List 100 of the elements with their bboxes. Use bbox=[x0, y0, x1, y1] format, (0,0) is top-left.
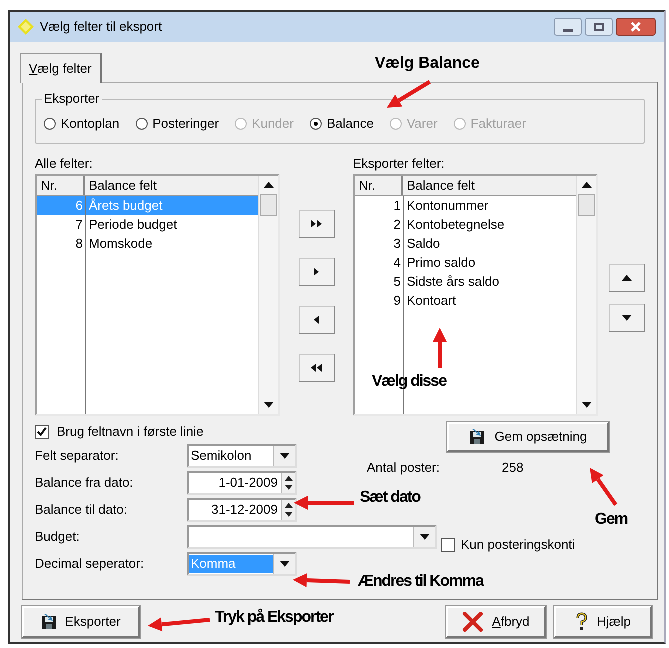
maximize-button[interactable] bbox=[585, 18, 613, 36]
help-icon bbox=[575, 612, 590, 632]
radio-option[interactable]: Posteringer bbox=[136, 114, 220, 134]
help-button[interactable]: Hjælp bbox=[554, 606, 652, 638]
radio-button[interactable] bbox=[310, 118, 322, 130]
up-icon bbox=[621, 273, 633, 283]
scrollbar-thumb[interactable] bbox=[578, 194, 595, 216]
scrollbar[interactable] bbox=[258, 176, 278, 414]
close-icon bbox=[630, 22, 642, 32]
annotation-text: Vælg Balance bbox=[375, 54, 480, 74]
field-name: Kontonummer bbox=[406, 197, 489, 215]
scroll-up-icon bbox=[262, 180, 274, 190]
radio-option[interactable]: Kontoplan bbox=[44, 114, 120, 134]
date-value: 31-12-2009 bbox=[210, 500, 279, 519]
row-number: 7 bbox=[74, 216, 84, 234]
dropdown-value: Semikolon bbox=[190, 446, 253, 464]
row-number: 6 bbox=[74, 197, 84, 215]
close-icon bbox=[462, 612, 484, 632]
field-name: Sidste års saldo bbox=[406, 273, 500, 291]
add-all-button[interactable] bbox=[298, 210, 334, 238]
row-number: 8 bbox=[74, 235, 84, 253]
row-number: 9 bbox=[392, 292, 402, 310]
field-label: Felt separator: bbox=[35, 446, 120, 465]
list-row[interactable]: 8 Momskode bbox=[37, 234, 258, 253]
row-number: 4 bbox=[392, 254, 402, 272]
tab[interactable]: Vælg felter bbox=[20, 53, 102, 83]
export-button[interactable]: Eksporter bbox=[22, 606, 140, 638]
row-number: 5 bbox=[392, 273, 402, 291]
scrollbar-thumb[interactable] bbox=[260, 194, 277, 216]
remove-button[interactable] bbox=[298, 306, 334, 334]
field-name: Periode budget bbox=[88, 216, 178, 234]
checkbox[interactable] bbox=[35, 425, 49, 439]
checkbox-label: Brug feltnavn i første linie bbox=[57, 423, 204, 442]
field-name: Saldo bbox=[406, 235, 440, 253]
field-label: Balance fra dato: bbox=[35, 474, 134, 492]
dropdown[interactable]: Semikolon bbox=[187, 444, 297, 468]
annotation-text: Sæt dato bbox=[360, 488, 420, 508]
scroll-down-icon bbox=[262, 400, 274, 410]
remove-all-button[interactable] bbox=[298, 354, 334, 382]
close-button[interactable] bbox=[616, 18, 656, 36]
spin-buttons[interactable] bbox=[281, 472, 295, 492]
date-field[interactable]: 1-01-2009 bbox=[187, 470, 297, 494]
checkmark-icon bbox=[37, 427, 47, 437]
double-right-icon bbox=[310, 219, 323, 229]
field-name: Kontobetegnelse bbox=[406, 216, 505, 234]
maximize-icon bbox=[594, 23, 604, 31]
annotation-arrow bbox=[433, 328, 447, 368]
checkbox-label: Kun posteringskonti bbox=[461, 536, 576, 554]
annotation-arrow bbox=[387, 80, 432, 108]
radio-button[interactable] bbox=[136, 118, 148, 130]
cancel-button[interactable]: Afbryd bbox=[446, 606, 546, 638]
dropdown-value: Komma bbox=[189, 554, 273, 572]
date-field[interactable]: 31-12-2009 bbox=[187, 498, 297, 522]
annotation-arrow bbox=[294, 496, 354, 510]
left-icon bbox=[312, 315, 321, 325]
dropdown-arrow-icon bbox=[278, 450, 290, 460]
move-up-button[interactable] bbox=[609, 264, 645, 292]
radio-option[interactable]: Balance bbox=[310, 114, 374, 134]
field-name: Momskode bbox=[88, 235, 153, 253]
spin-arrows-icon bbox=[284, 502, 292, 518]
list-row[interactable]: 2 Kontobetegnelse bbox=[355, 215, 576, 234]
radio-button[interactable] bbox=[44, 118, 56, 130]
dropdown-arrow-icon bbox=[418, 532, 430, 542]
row-number: 1 bbox=[392, 197, 402, 215]
column-header[interactable]: Nr. bbox=[37, 176, 85, 195]
spin-buttons[interactable] bbox=[281, 500, 295, 520]
minimize-icon bbox=[563, 29, 573, 32]
list-row[interactable]: 9 Kontoart bbox=[355, 291, 576, 310]
field-name: Kontoart bbox=[406, 292, 456, 310]
minimize-button[interactable] bbox=[554, 18, 582, 36]
diamond-logo-icon bbox=[18, 19, 34, 35]
row-number: 2 bbox=[392, 216, 402, 234]
window-title: Vælg felter til eksport bbox=[40, 18, 164, 36]
right-icon bbox=[312, 267, 321, 277]
list-row[interactable]: 5 Sidste års saldo bbox=[355, 272, 576, 291]
list-row[interactable]: 4 Primo saldo bbox=[355, 253, 576, 272]
down-icon bbox=[621, 313, 633, 323]
checkbox[interactable] bbox=[441, 538, 455, 552]
column-header[interactable]: Balance felt bbox=[403, 176, 576, 195]
column-header[interactable]: Nr. bbox=[355, 176, 403, 195]
field-label: Balance til dato: bbox=[35, 500, 129, 519]
count-label: Antal poster: bbox=[367, 459, 441, 477]
move-down-button[interactable] bbox=[609, 304, 645, 332]
list-row[interactable]: 1 Kontonummer bbox=[355, 196, 576, 215]
field-name: Årets budget bbox=[88, 197, 163, 215]
list-row[interactable]: 3 Saldo bbox=[355, 234, 576, 253]
add-button[interactable] bbox=[298, 258, 334, 286]
scroll-up-icon bbox=[580, 180, 592, 190]
list-label: Eksporter felter: bbox=[353, 155, 445, 172]
column-header[interactable]: Balance felt bbox=[85, 176, 258, 195]
double-left-icon bbox=[310, 363, 323, 373]
scrollbar[interactable] bbox=[576, 176, 596, 414]
annotation-arrow bbox=[148, 618, 210, 632]
count-value: 258 bbox=[502, 459, 524, 477]
annotation-text: Ændres til Komma bbox=[358, 572, 484, 592]
save-setup-button[interactable]: Gem opsætning bbox=[447, 422, 609, 452]
annotation-text: Tryk på Eksporter bbox=[215, 608, 334, 628]
field-label: Decimal seperator: bbox=[35, 554, 146, 573]
list-row[interactable]: 7 Periode budget bbox=[37, 215, 258, 234]
annotation-text: Gem bbox=[595, 510, 628, 530]
